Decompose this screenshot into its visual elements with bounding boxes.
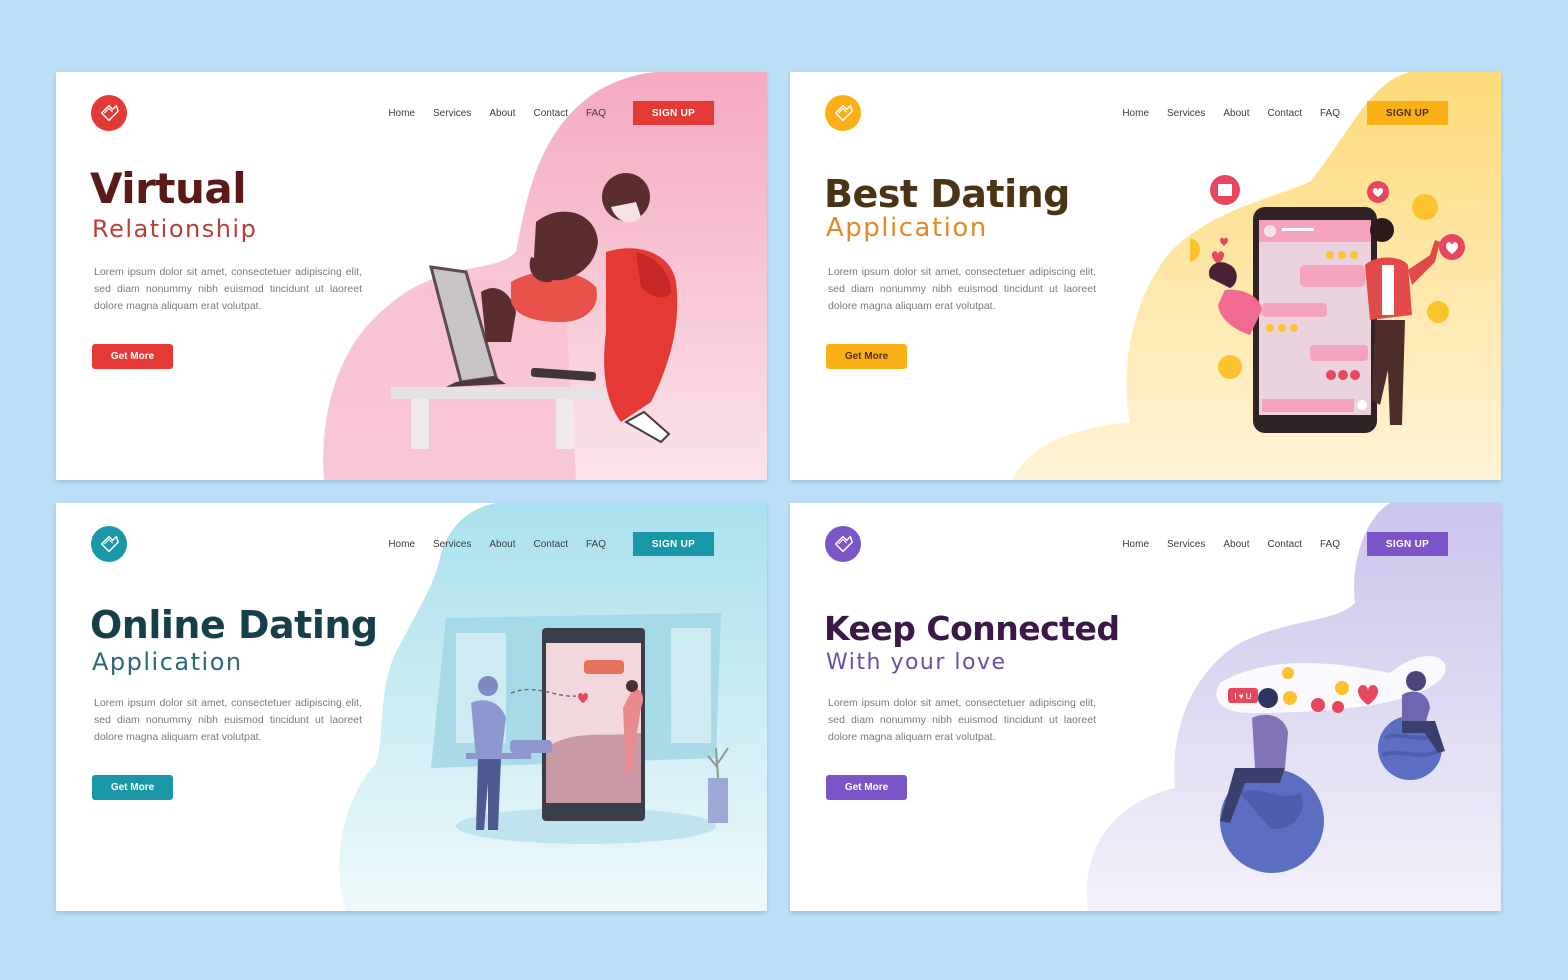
landing-card-keep-connected: I ♥ U Home Services About Contact FAQ SI… bbox=[790, 503, 1501, 911]
nav-about[interactable]: About bbox=[489, 108, 515, 119]
get-more-button[interactable]: Get More bbox=[92, 775, 173, 800]
hero-description: Lorem ipsum dolor sit amet, consectetuer… bbox=[94, 266, 362, 312]
nav-contact[interactable]: Contact bbox=[1268, 539, 1302, 550]
brand-logo[interactable] bbox=[825, 95, 861, 131]
nav-services[interactable]: Services bbox=[1167, 108, 1205, 119]
brand-logo[interactable] bbox=[825, 526, 861, 562]
nav-contact[interactable]: Contact bbox=[1268, 108, 1302, 119]
emoji-laugh-icon bbox=[1218, 355, 1242, 379]
woman-head bbox=[1406, 671, 1426, 691]
emoji-icon bbox=[1412, 194, 1438, 220]
hero-description: Lorem ipsum dolor sit amet, consectetuer… bbox=[94, 697, 362, 743]
nav-contact[interactable]: Contact bbox=[534, 539, 568, 550]
sign-up-button[interactable]: SIGN UP bbox=[633, 532, 714, 556]
brand-logo[interactable] bbox=[91, 95, 127, 131]
nav-home[interactable]: Home bbox=[388, 539, 415, 550]
get-more-button[interactable]: Get More bbox=[826, 775, 907, 800]
top-navigation: Home Services About Contact FAQ SIGN UP bbox=[388, 101, 714, 125]
hero-subtitle: With your love bbox=[826, 650, 1007, 675]
heart-logo-icon bbox=[100, 104, 119, 122]
hero-title: Online Dating bbox=[90, 603, 378, 647]
hero-title: Keep Connected bbox=[824, 609, 1120, 648]
hero-title: Virtual bbox=[90, 164, 247, 213]
nav-contact[interactable]: Contact bbox=[534, 108, 568, 119]
emoji-icon bbox=[1283, 691, 1297, 705]
nav-about[interactable]: About bbox=[1223, 539, 1249, 550]
landing-card-virtual-relationship: Home Services About Contact FAQ SIGN UP … bbox=[56, 72, 767, 480]
hero-subtitle: Relationship bbox=[92, 215, 258, 243]
top-navigation: Home Services About Contact FAQ SIGN UP bbox=[1122, 532, 1448, 556]
emoji-icon bbox=[1335, 681, 1349, 695]
plant-pot bbox=[708, 778, 728, 823]
sign-up-button[interactable]: SIGN UP bbox=[1367, 532, 1448, 556]
nav-faq[interactable]: FAQ bbox=[1320, 108, 1340, 119]
hero-description: Lorem ipsum dolor sit amet, consectetuer… bbox=[828, 697, 1096, 743]
heart-bubble-icon bbox=[1311, 698, 1325, 712]
illustration-phone-chat bbox=[1190, 175, 1465, 433]
get-more-button[interactable]: Get More bbox=[826, 344, 907, 369]
nav-about[interactable]: About bbox=[489, 539, 515, 550]
hero-title: Best Dating bbox=[824, 172, 1070, 216]
emoji-heart-eyes-icon bbox=[1427, 301, 1449, 323]
nav-home[interactable]: Home bbox=[1122, 108, 1149, 119]
sign-up-button[interactable]: SIGN UP bbox=[1367, 101, 1448, 125]
nav-services[interactable]: Services bbox=[433, 539, 471, 550]
nav-faq[interactable]: FAQ bbox=[1320, 539, 1340, 550]
illustration-couple-monitor bbox=[391, 173, 678, 449]
shoe bbox=[623, 410, 671, 444]
hero-subtitle: Application bbox=[826, 213, 988, 243]
hero-subtitle: Application bbox=[92, 648, 243, 676]
top-navigation: Home Services About Contact FAQ SIGN UP bbox=[388, 532, 714, 556]
man-head bbox=[478, 676, 498, 696]
heart-logo-icon bbox=[834, 535, 853, 553]
top-navigation: Home Services About Contact FAQ SIGN UP bbox=[1122, 101, 1448, 125]
nav-faq[interactable]: FAQ bbox=[586, 108, 606, 119]
nav-about[interactable]: About bbox=[1223, 108, 1249, 119]
i-love-u-text: I ♥ U bbox=[1234, 692, 1251, 701]
nav-services[interactable]: Services bbox=[1167, 539, 1205, 550]
heart-logo-icon bbox=[834, 104, 853, 122]
nav-home[interactable]: Home bbox=[1122, 539, 1149, 550]
landing-card-best-dating: Home Services About Contact FAQ SIGN UP … bbox=[790, 72, 1501, 480]
sign-up-button[interactable]: SIGN UP bbox=[633, 101, 714, 125]
keyboard bbox=[530, 367, 596, 382]
hero-description: Lorem ipsum dolor sit amet, consectetuer… bbox=[828, 266, 1096, 312]
illustration-video-date bbox=[431, 613, 729, 844]
get-more-button[interactable]: Get More bbox=[92, 344, 173, 369]
nav-services[interactable]: Services bbox=[433, 108, 471, 119]
brand-logo[interactable] bbox=[91, 526, 127, 562]
nav-faq[interactable]: FAQ bbox=[586, 539, 606, 550]
emoji-heart-eyes-icon bbox=[1190, 238, 1200, 262]
landing-card-online-dating: Home Services About Contact FAQ SIGN UP … bbox=[56, 503, 767, 911]
heart-logo-icon bbox=[100, 535, 119, 553]
nav-home[interactable]: Home bbox=[388, 108, 415, 119]
man-head bbox=[1258, 688, 1278, 708]
desk bbox=[391, 387, 606, 399]
illustration-planets-couple: I ♥ U bbox=[1216, 656, 1446, 873]
